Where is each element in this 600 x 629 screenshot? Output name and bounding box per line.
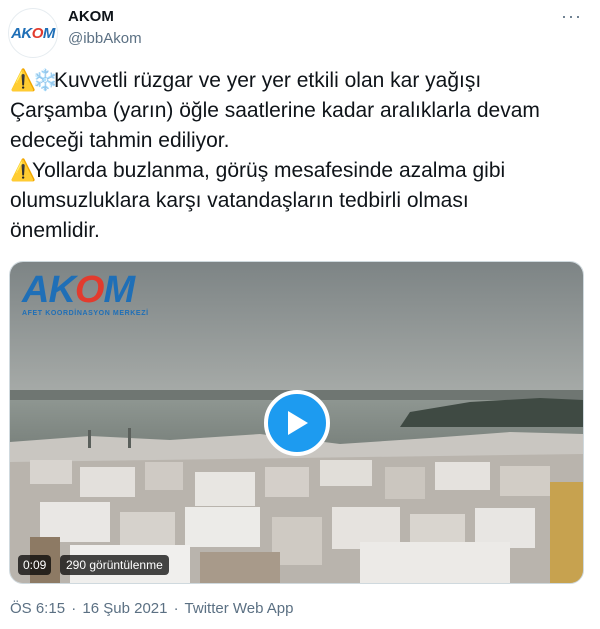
display-name[interactable]: AKOM	[68, 8, 114, 25]
meta-separator: ·	[173, 600, 179, 617]
logo-subtitle: AFET KOORDİNASYON MERKEZİ	[22, 310, 149, 317]
avatar-logo: AKOM	[11, 24, 55, 42]
tweet-source[interactable]: Twitter Web App	[185, 600, 294, 617]
tweet-text: ⚠️❄️Kuvvetli rüzgar ve yer yer etkili ol…	[10, 66, 590, 246]
tweet-line-5: olumsuzluklara karşı vatandaşların tedbi…	[10, 189, 469, 212]
akom-video-logo: AKOM AFET KOORDİNASYON MERKEZİ	[22, 270, 149, 317]
meta-separator: ·	[71, 600, 77, 617]
video-player[interactable]: AKOM AFET KOORDİNASYON MERKEZİ 0:09 290 …	[9, 261, 584, 584]
tweet-line-4: ⚠️Yollarda buzlanma, görüş mesafesinde a…	[10, 156, 590, 186]
tweet-card: AKOM AKOM @ibbAkom ··· ⚠️❄️Kuvvetli rüzg…	[0, 0, 600, 629]
play-icon	[288, 411, 308, 435]
user-handle[interactable]: @ibbAkom	[68, 30, 142, 47]
tweet-line-6: önemlidir.	[10, 219, 100, 242]
tweet-line-2: Çarşamba (yarın) öğle saatlerine kadar a…	[10, 99, 540, 122]
avatar[interactable]: AKOM	[8, 8, 58, 58]
snowflake-icon: ❄️	[32, 69, 59, 92]
tweet-date[interactable]: 16 Şub 2021	[82, 600, 167, 617]
warning-icon: ⚠️	[10, 159, 37, 182]
video-duration: 0:09	[18, 555, 52, 575]
logo-wordmark: AKOM	[22, 269, 135, 311]
tweet-line-1: ⚠️❄️Kuvvetli rüzgar ve yer yer etkili ol…	[10, 66, 590, 96]
view-count: 290 görüntülenme	[60, 555, 169, 575]
tweet-line-3: edeceği tahmin ediliyor.	[10, 129, 230, 152]
more-dots-icon[interactable]: ···	[561, 6, 582, 27]
warning-icon: ⚠️	[10, 69, 37, 92]
tweet-meta: ÖS 6:15 · 16 Şub 2021 · Twitter Web App	[10, 600, 294, 617]
play-button[interactable]	[264, 390, 330, 456]
tweet-time[interactable]: ÖS 6:15	[10, 600, 65, 617]
